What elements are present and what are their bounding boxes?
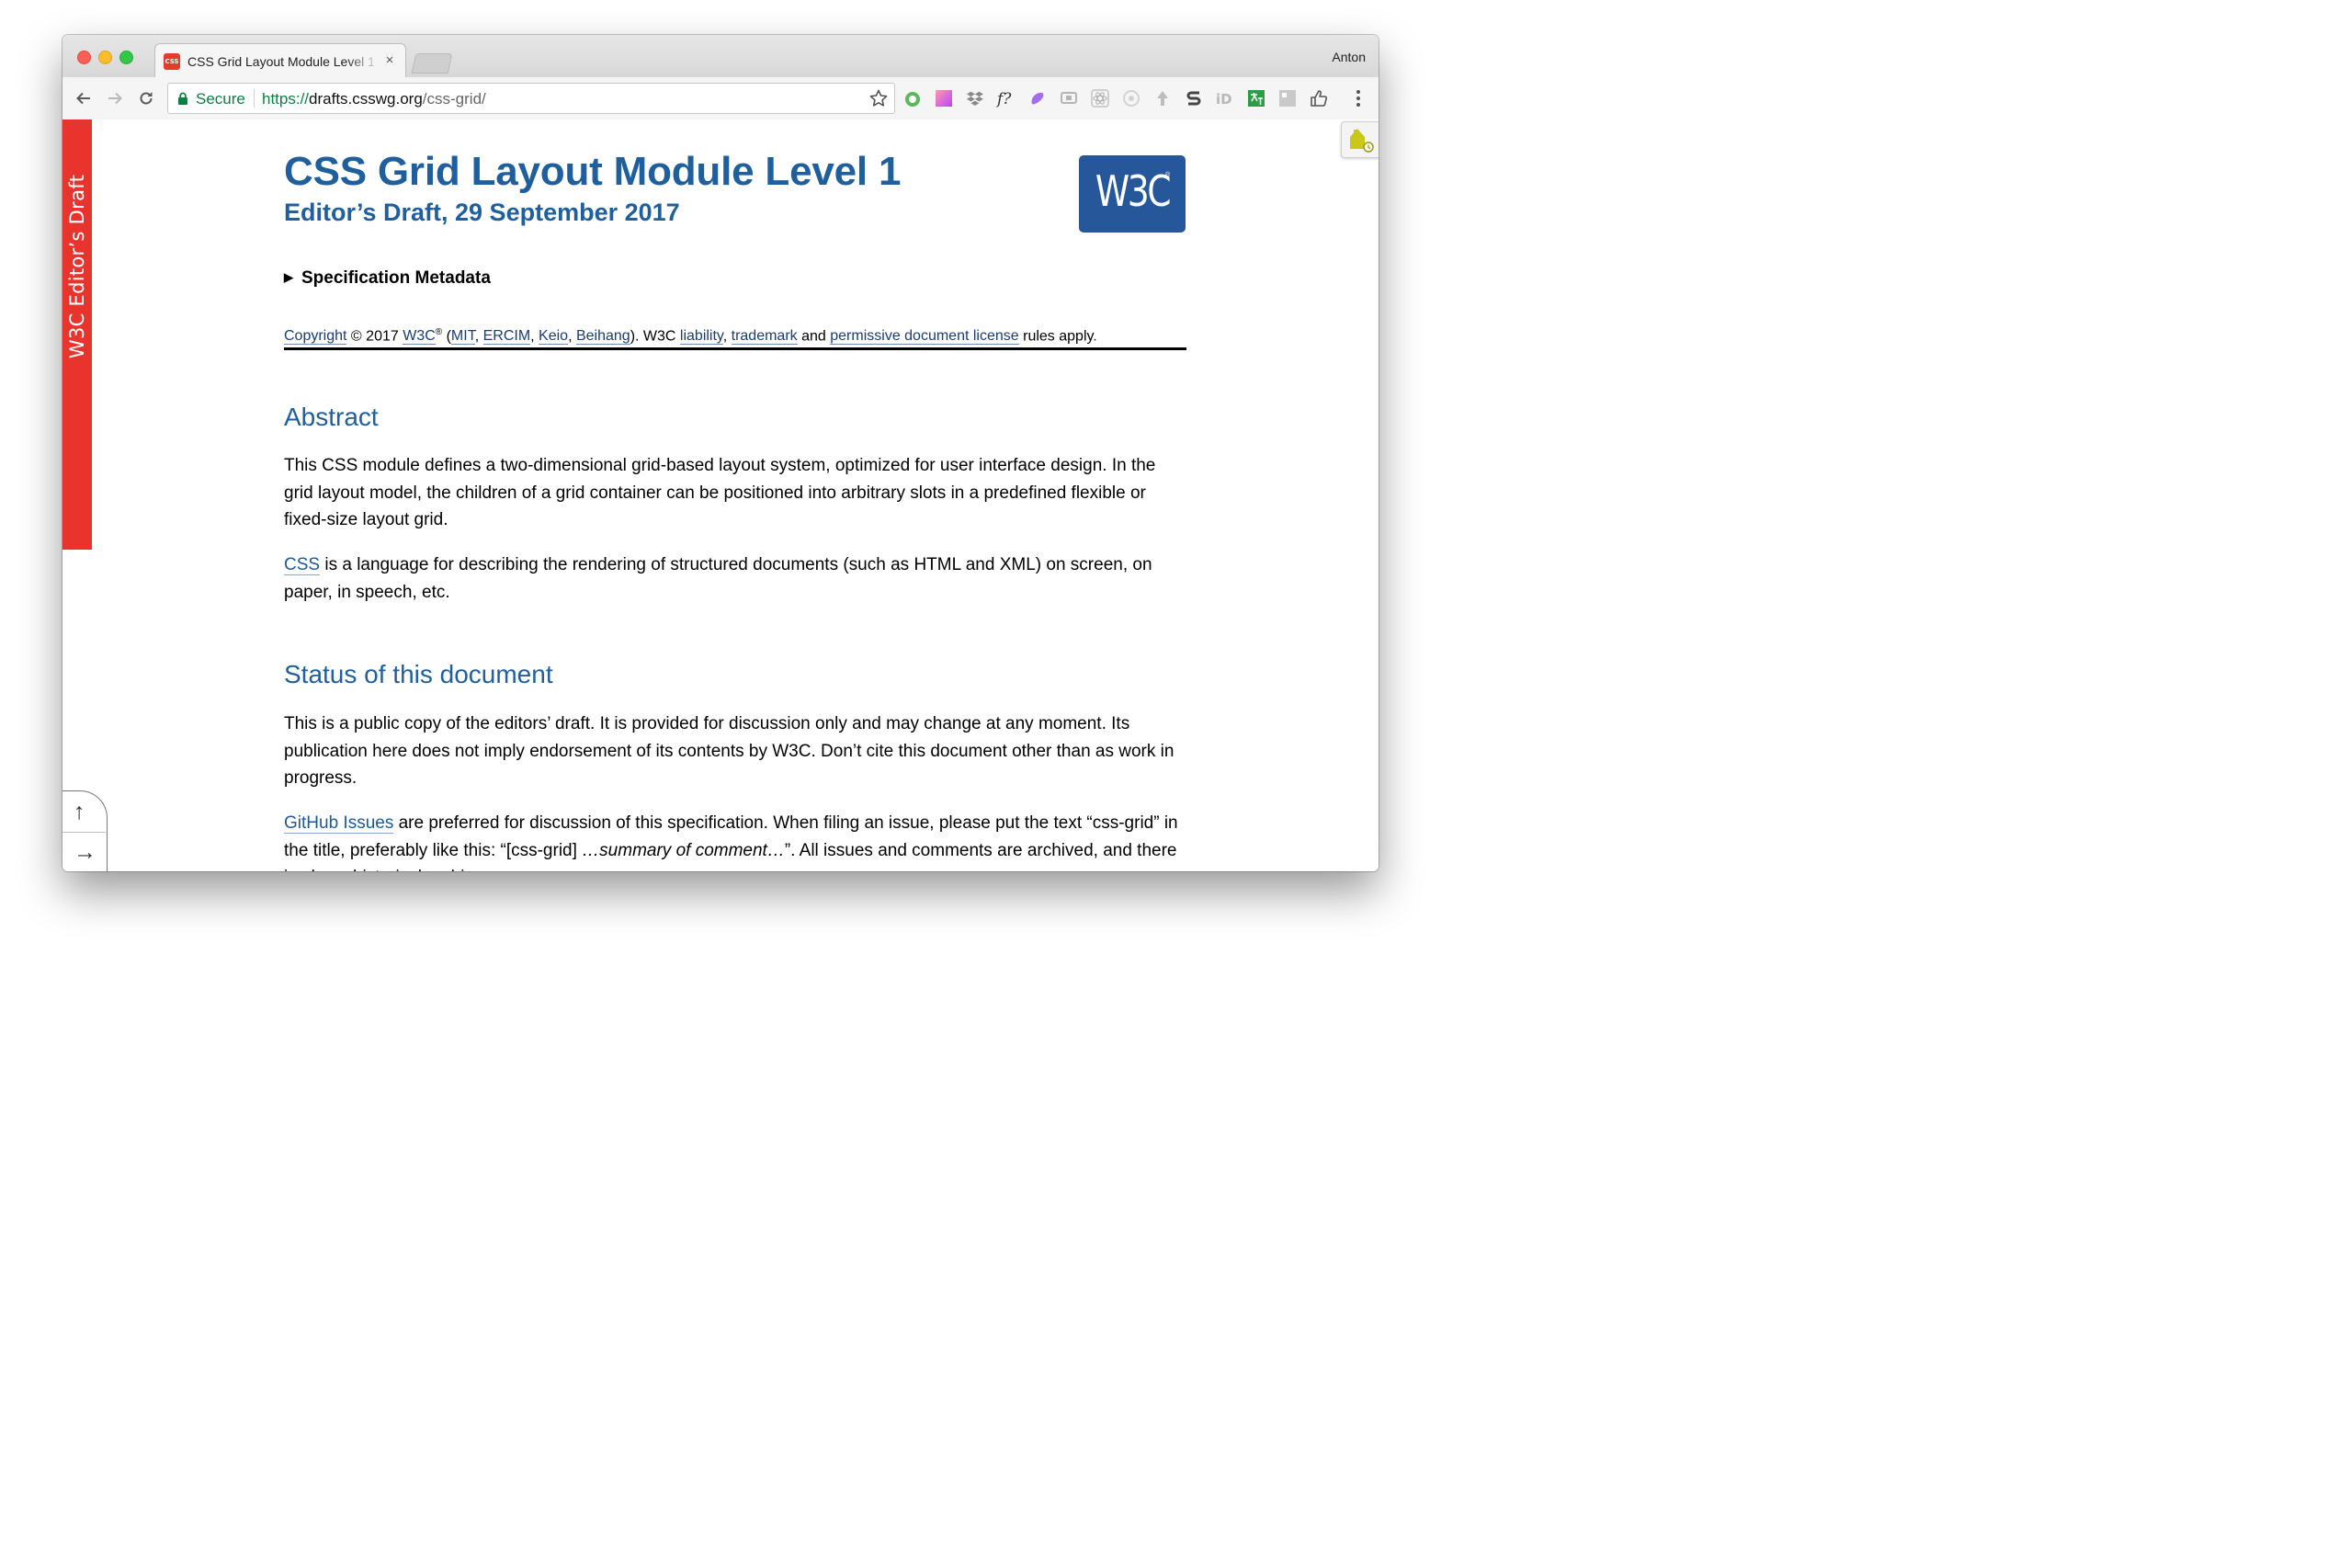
- status-heading[interactable]: Status of this document: [284, 660, 553, 689]
- copyright-text: (: [442, 328, 451, 345]
- window-minimize-button[interactable]: [98, 51, 112, 64]
- copyright-link[interactable]: Copyright: [284, 328, 347, 346]
- metadata-toggle-label: Specification Metadata: [301, 268, 491, 288]
- copyright-text: rules apply.: [1018, 328, 1097, 345]
- specification-metadata-toggle[interactable]: ▶ Specification Metadata: [284, 268, 491, 289]
- w3c-logo-reg-mark: ®: [1165, 172, 1171, 178]
- abstract-heading[interactable]: Abstract: [284, 403, 379, 432]
- font-ext-icon[interactable]: f?: [996, 88, 1016, 108]
- react-devtools-icon[interactable]: [1090, 88, 1110, 108]
- copyright-text: ,: [722, 328, 732, 345]
- css-link[interactable]: CSS: [284, 555, 321, 575]
- new-tab-button[interactable]: [411, 53, 453, 74]
- copyright-text: ,: [530, 328, 539, 345]
- keio-link[interactable]: Keio: [539, 328, 569, 346]
- lock-icon: [178, 92, 187, 105]
- window-maximize-button[interactable]: [119, 51, 133, 64]
- copyright-year: © 2017: [346, 328, 403, 345]
- mit-link[interactable]: MIT: [450, 328, 475, 346]
- tab-close-button[interactable]: ×: [381, 52, 398, 69]
- liability-link[interactable]: liability: [679, 328, 723, 346]
- trademark-link[interactable]: trademark: [731, 328, 798, 346]
- dropbox-icon[interactable]: [965, 88, 985, 108]
- paragraph-text: is a language for describing the renderi…: [284, 555, 1152, 602]
- copyright-text: ,: [568, 328, 576, 345]
- toc-toggle-arrow-icon[interactable]: →: [74, 841, 96, 864]
- secure-label: Secure: [196, 90, 245, 108]
- issues-paragraph: GitHub Issues are preferred for discussi…: [284, 810, 1186, 871]
- url-scheme: https://: [262, 90, 310, 108]
- abstract-paragraph: This CSS module defines a two-dimensiona…: [284, 456, 1156, 529]
- page-viewport: W3C Editor’s Draft ↑ → CSS Grid Layout M…: [62, 119, 1379, 871]
- header-divider: [284, 347, 1186, 350]
- url-host: drafts.csswg.org: [309, 90, 423, 108]
- palette-ext-icon[interactable]: [934, 88, 954, 108]
- bookmark-star-icon[interactable]: [868, 88, 889, 108]
- address-bar[interactable]: Secure https://drafts.csswg.org/css-grid…: [167, 83, 895, 114]
- forward-arrow-icon: [108, 92, 122, 105]
- home-badge-icon: [1350, 129, 1374, 153]
- arrow-ext-icon[interactable]: [1152, 88, 1173, 108]
- nav-widget-divider: [62, 832, 106, 833]
- svg-text:iD: iD: [1216, 91, 1232, 108]
- css-description-paragraph: CSS is a language for describing the ren…: [284, 551, 1186, 606]
- blob-ext-icon[interactable]: [1027, 88, 1048, 108]
- document-license-link[interactable]: permissive document license: [830, 328, 1019, 346]
- title-bar: CSS CSS Grid Layout Module Level 1 × Ant…: [62, 35, 1379, 78]
- section-nav-widget: ↑ →: [62, 790, 108, 871]
- w3c-link[interactable]: W3C: [403, 328, 436, 346]
- copyright-notice: Copyright © 2017 W3C® (MIT, ERCIM, Keio,…: [284, 327, 1097, 346]
- svg-text:f?: f?: [996, 90, 1012, 108]
- github-issues-link[interactable]: GitHub Issues: [284, 813, 394, 834]
- url-path: /css-grid/: [422, 90, 486, 108]
- summary-placeholder-text: …summary of comment…: [582, 840, 785, 860]
- profile-name[interactable]: Anton: [1332, 50, 1366, 64]
- ercim-link[interactable]: ERCIM: [482, 328, 531, 346]
- circle-ext-icon[interactable]: [1121, 88, 1141, 108]
- beihang-link[interactable]: Beihang: [575, 328, 630, 346]
- jump-to-top-arrow-icon[interactable]: ↑: [74, 801, 85, 824]
- menu-icon[interactable]: [1349, 88, 1367, 108]
- browser-toolbar: Secure https://drafts.csswg.org/css-grid…: [62, 77, 1379, 120]
- disclosure-triangle-icon: ▶: [284, 270, 293, 284]
- copyright-text: and: [797, 328, 831, 345]
- url-text[interactable]: https://drafts.csswg.org/css-grid/: [262, 90, 486, 108]
- back-button[interactable]: [70, 85, 97, 112]
- copyright-text: ,: [474, 328, 483, 345]
- grid-ext-icon[interactable]: [1277, 88, 1298, 108]
- status-paragraph: This is a public copy of the editors’ dr…: [284, 714, 1174, 788]
- address-divider: [254, 89, 255, 108]
- page-subtitle: Editor’s Draft, 29 September 2017: [284, 199, 680, 226]
- reload-button[interactable]: [132, 85, 160, 112]
- s-ext-icon[interactable]: [1184, 88, 1204, 108]
- browser-window: CSS CSS Grid Layout Module Level 1 × Ant…: [62, 35, 1379, 871]
- back-arrow-icon: [76, 92, 90, 105]
- window-close-button[interactable]: [77, 51, 91, 64]
- reload-icon: [140, 92, 153, 105]
- banner-text: W3C Editor’s Draft: [66, 174, 88, 359]
- tab-title: CSS Grid Layout Module Level 1: [187, 54, 375, 69]
- page-title: CSS Grid Layout Module Level 1: [284, 149, 902, 194]
- css-favicon-icon: CSS: [164, 53, 180, 70]
- page-extension-badge[interactable]: [1341, 121, 1379, 158]
- w3c-editors-draft-banner[interactable]: W3C Editor’s Draft: [62, 119, 92, 550]
- copyright-text: ). W3C: [630, 328, 680, 345]
- browser-tab[interactable]: CSS CSS Grid Layout Module Level 1 ×: [154, 43, 406, 78]
- translate-ext-icon[interactable]: [1246, 88, 1266, 108]
- thumbs-up-icon[interactable]: [1309, 88, 1329, 108]
- w3c-logo[interactable]: W3C ®: [1079, 155, 1186, 233]
- cast-ext-icon[interactable]: [1059, 88, 1079, 108]
- id-ext-icon[interactable]: iD: [1215, 88, 1235, 108]
- w3c-logo-text: W3C: [1095, 166, 1172, 216]
- forward-button[interactable]: [101, 85, 129, 112]
- tomato-ext-icon[interactable]: [902, 88, 923, 108]
